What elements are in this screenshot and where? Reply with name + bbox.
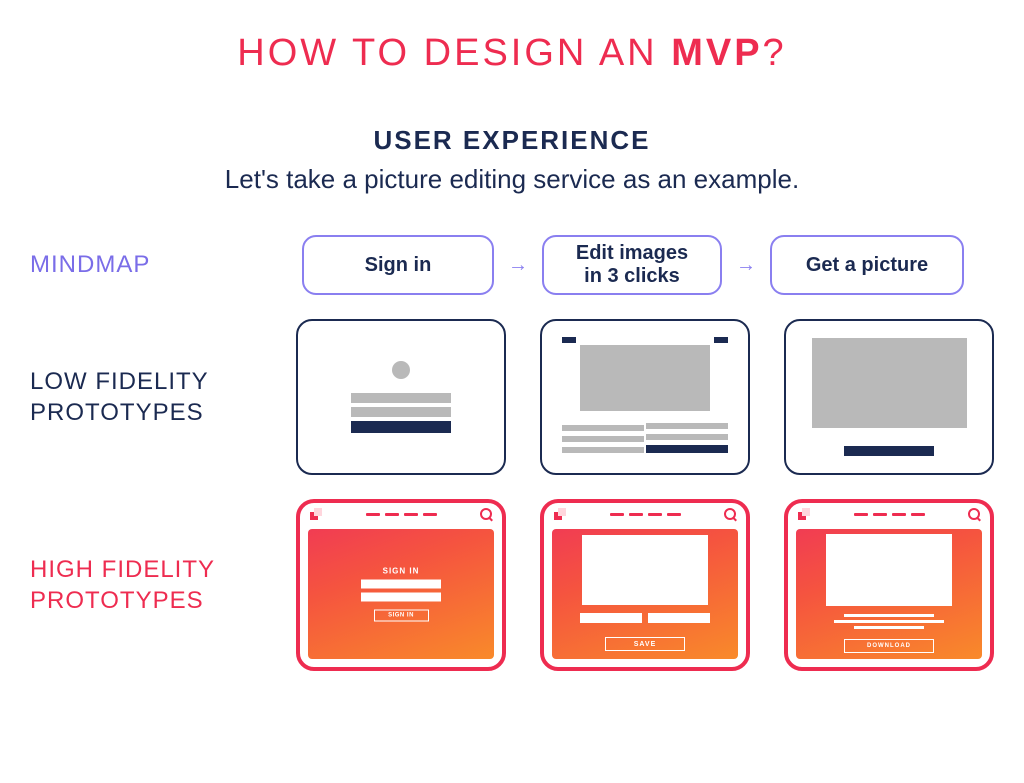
subtitle-heading: USER EXPERIENCE (0, 125, 1024, 156)
search-icon (480, 508, 492, 520)
hifi-card-edit: SAVE (540, 499, 750, 671)
row-label-hifi: HIGH FIDELITY PROTOTYPES (30, 554, 296, 616)
save-button: SAVE (605, 637, 685, 651)
image-placeholder (826, 534, 952, 606)
row-lowfi: LOW FIDELITY PROTOTYPES (30, 319, 994, 475)
placeholder-image (812, 338, 967, 428)
hifi-card-result: DOWNLOAD (784, 499, 994, 671)
placeholder-tab (714, 337, 728, 343)
row-label-lowfi: LOW FIDELITY PROTOTYPES (30, 366, 296, 428)
subtitle-description: Let's take a picture editing service as … (0, 164, 1024, 195)
subtitle-block: USER EXPERIENCE Let's take a picture edi… (0, 125, 1024, 195)
bar-placeholder (580, 613, 642, 623)
title-bold: MVP (671, 32, 762, 74)
row-label-mindmap: MINDMAP (30, 249, 302, 280)
row-mindmap: MINDMAP Sign in → Edit images in 3 click… (30, 235, 994, 295)
image-placeholder (582, 535, 708, 605)
title-post: ? (763, 32, 787, 74)
avatar-icon (392, 361, 410, 379)
mindmap-steps: Sign in → Edit images in 3 clicks → Get … (302, 235, 964, 295)
diagram-grid: MINDMAP Sign in → Edit images in 3 click… (0, 235, 1024, 671)
signin-button: SIGN IN (374, 610, 429, 622)
nav-placeholder (366, 513, 437, 516)
mindmap-step-3: Get a picture (770, 235, 964, 295)
download-button: DOWNLOAD (844, 639, 934, 653)
placeholder-column (562, 420, 644, 453)
mindmap-step-2: Edit images in 3 clicks (542, 235, 722, 295)
placeholder-image (580, 345, 710, 411)
placeholder-tab (562, 337, 576, 343)
lowfi-cards (296, 319, 994, 475)
signin-heading: SIGN IN (383, 567, 420, 576)
search-icon (968, 508, 980, 520)
hifi-header (788, 503, 990, 525)
nav-placeholder (610, 513, 681, 516)
hifi-header (544, 503, 746, 525)
lowfi-card-signin (296, 319, 506, 475)
logo-icon (798, 508, 810, 520)
row-hifi: HIGH FIDELITY PROTOTYPES SIGN IN SIGN IN (30, 499, 994, 671)
placeholder-line (351, 393, 451, 403)
search-icon (724, 508, 736, 520)
text-lines-placeholder (839, 614, 939, 629)
hifi-body: SIGN IN SIGN IN (308, 529, 494, 659)
nav-placeholder (854, 513, 925, 516)
placeholder-button (351, 421, 451, 433)
hifi-body: DOWNLOAD (796, 529, 982, 659)
hifi-header (300, 503, 502, 525)
input-placeholder (361, 593, 441, 602)
logo-icon (554, 508, 566, 520)
placeholder-line (351, 407, 451, 417)
lowfi-card-edit (540, 319, 750, 475)
title-pre: HOW TO DESIGN AN (237, 32, 671, 74)
hifi-body: SAVE (552, 529, 738, 659)
placeholder-button (844, 446, 934, 456)
mindmap-step-1: Sign in (302, 235, 494, 295)
placeholder-column (646, 418, 728, 453)
lowfi-card-result (784, 319, 994, 475)
arrow-icon: → (504, 254, 532, 277)
bar-placeholder (648, 613, 710, 623)
input-placeholder (361, 580, 441, 589)
page-title: HOW TO DESIGN AN MVP? (0, 0, 1024, 75)
logo-icon (310, 508, 322, 520)
hifi-cards: SIGN IN SIGN IN (296, 499, 994, 671)
hifi-card-signin: SIGN IN SIGN IN (296, 499, 506, 671)
arrow-icon: → (732, 254, 760, 277)
